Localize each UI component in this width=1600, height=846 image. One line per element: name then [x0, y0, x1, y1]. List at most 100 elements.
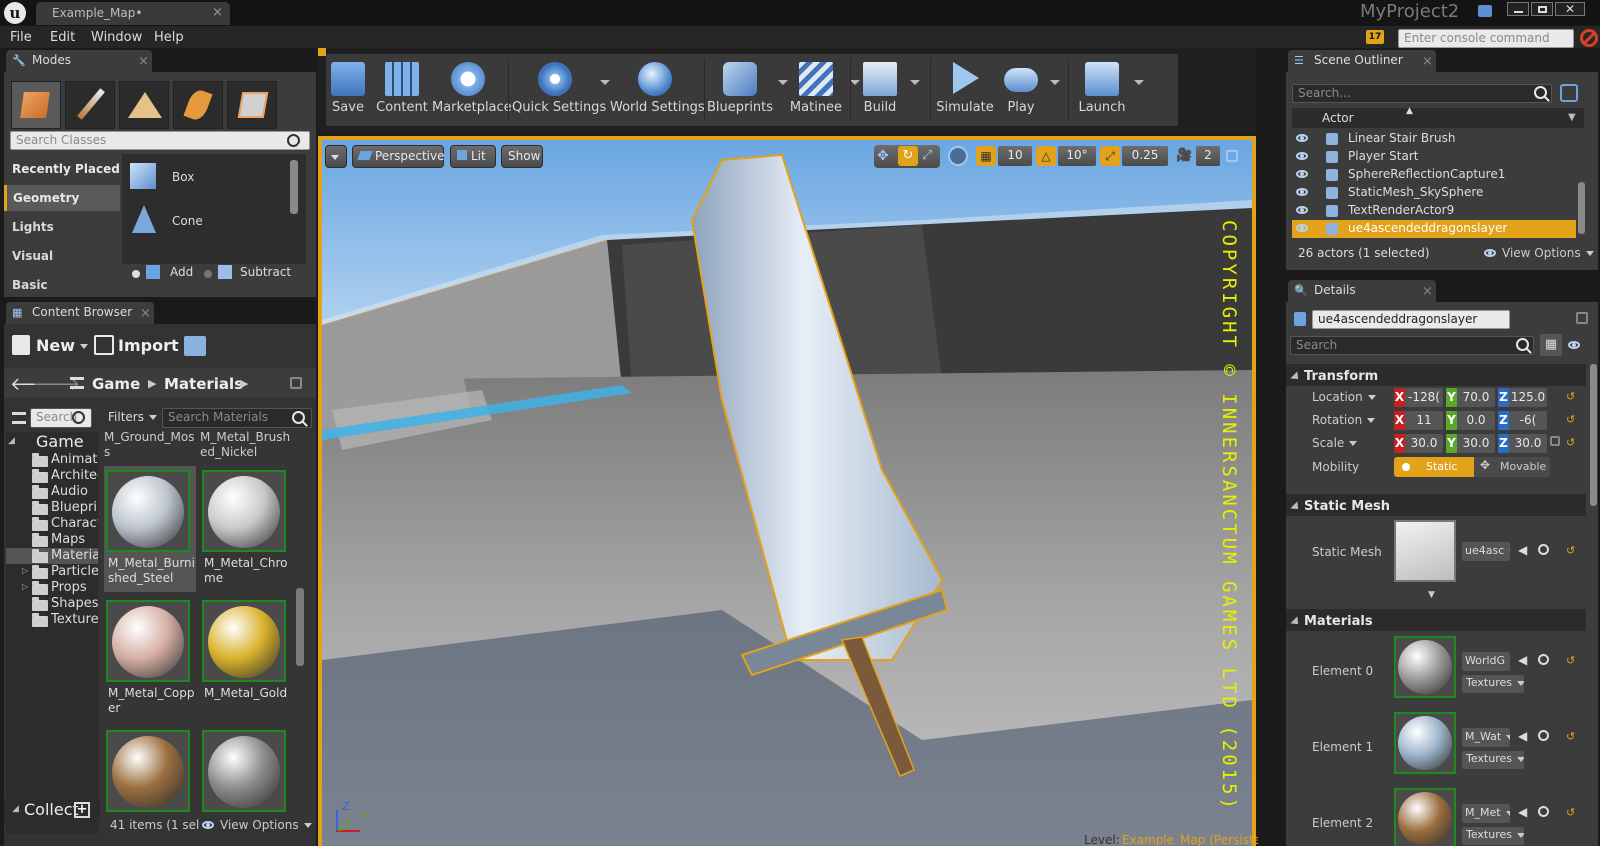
browse-icon[interactable]: [1538, 730, 1549, 741]
toolbar-matinee-button[interactable]: Matinee: [784, 56, 848, 122]
scrollbar[interactable]: [1578, 182, 1585, 234]
material-dropdown[interactable]: M_Met: [1462, 804, 1510, 823]
search-icon[interactable]: [292, 411, 305, 424]
textures-dropdown[interactable]: Textures: [1462, 751, 1524, 769]
placeable-cone[interactable]: Cone: [126, 202, 300, 238]
search-icon[interactable]: [1516, 338, 1529, 351]
asset-tile[interactable]: M_Metal_Burnished_Steel: [104, 466, 196, 592]
viewport-options-button[interactable]: [325, 145, 347, 168]
maximize-viewport-icon[interactable]: [1226, 150, 1238, 162]
path-segment-game[interactable]: Game: [92, 375, 140, 393]
tree-folder[interactable]: Texture: [6, 612, 98, 628]
rotation-snap-value[interactable]: 10°: [1058, 146, 1096, 166]
details-search-input[interactable]: Search: [1290, 336, 1534, 355]
lock-icon[interactable]: [290, 377, 302, 389]
tree-folder[interactable]: Audio: [6, 484, 98, 500]
document-tab[interactable]: Example_Map• ×: [36, 2, 230, 25]
browse-icon[interactable]: [1538, 654, 1549, 665]
mode-place[interactable]: [11, 81, 61, 129]
rotation-label[interactable]: Rotation: [1312, 413, 1375, 427]
materials-header[interactable]: Materials: [1286, 609, 1586, 631]
add-filter-icon[interactable]: [1560, 84, 1578, 102]
toolbar-save-button[interactable]: Save: [328, 56, 368, 122]
menu-help[interactable]: Help: [154, 30, 184, 45]
property-matrix-icon[interactable]: ▦: [1540, 334, 1562, 356]
asset-tile[interactable]: M_Metal_Gold: [200, 596, 292, 722]
scrollbar[interactable]: [290, 160, 298, 214]
menu-edit[interactable]: Edit: [50, 30, 75, 45]
asset-label-top[interactable]: M_Ground_Moss: [104, 430, 196, 460]
expand-icon[interactable]: ◢: [8, 436, 15, 446]
outliner-row[interactable]: Linear Stair Brush: [1292, 130, 1576, 148]
reset-icon[interactable]: ↺: [1566, 436, 1575, 449]
new-button[interactable]: New: [10, 333, 86, 359]
outliner-column-header[interactable]: Actor ▲ ▼: [1292, 106, 1584, 128]
transform-header[interactable]: Transform: [1286, 364, 1586, 386]
lock-scale-icon[interactable]: [1550, 436, 1560, 446]
search-icon[interactable]: [287, 134, 300, 147]
chevron-down-icon[interactable]: [1134, 80, 1144, 85]
grid-snap-icon[interactable]: ▦: [976, 146, 996, 166]
expand-icon[interactable]: ◢: [12, 804, 19, 814]
scale-z-field[interactable]: 30.0: [1509, 434, 1547, 453]
use-selected-arrow-icon[interactable]: ◀: [1518, 543, 1527, 557]
search-icon[interactable]: [72, 411, 85, 424]
path-separator-icon[interactable]: ▶: [240, 377, 248, 390]
material-dropdown[interactable]: WorldG: [1462, 652, 1510, 671]
add-collection-icon[interactable]: +: [74, 802, 90, 818]
static-mesh-header[interactable]: Static Mesh: [1286, 494, 1586, 516]
unreal-logo[interactable]: u: [4, 2, 26, 24]
close-icon[interactable]: ×: [212, 5, 223, 20]
material-dropdown[interactable]: M_Wat: [1462, 728, 1510, 747]
toolbar-quick-settings-button[interactable]: Quick Settings: [512, 56, 606, 122]
outliner-row[interactable]: StaticMesh_SkySphere: [1292, 184, 1576, 202]
expand-icon[interactable]: ▷: [22, 566, 28, 575]
static-mesh-thumbnail[interactable]: [1394, 520, 1456, 582]
asset-tile[interactable]: M_Metal_Copper: [104, 596, 196, 722]
search-materials-input[interactable]: Search Materials: [162, 408, 312, 428]
placeable-box[interactable]: Box: [126, 158, 300, 194]
radio-subtract[interactable]: [204, 270, 212, 278]
material-thumbnail[interactable]: [1394, 788, 1456, 846]
category-recently-placed[interactable]: Recently Placed: [4, 156, 120, 182]
toolbar-content-button[interactable]: Content: [376, 56, 428, 122]
material-thumbnail[interactable]: [1394, 636, 1456, 698]
grid-size-value[interactable]: 10: [998, 146, 1032, 166]
minimize-button[interactable]: [1507, 2, 1529, 16]
feedback-icon[interactable]: [1478, 5, 1492, 17]
outliner-row[interactable]: TextRenderActor9: [1292, 202, 1576, 220]
maximize-button[interactable]: [1531, 2, 1553, 16]
mode-landscape[interactable]: [119, 81, 169, 129]
rotation-z-field[interactable]: -6(: [1509, 411, 1547, 430]
use-selected-arrow-icon[interactable]: ◀: [1518, 729, 1527, 743]
save-all-icon[interactable]: [184, 336, 206, 356]
tree-folder[interactable]: Animati: [6, 452, 98, 468]
expand-icon[interactable]: ▷: [22, 582, 28, 591]
category-geometry[interactable]: Geometry: [4, 185, 120, 211]
scale-x-field[interactable]: 30.0: [1405, 434, 1443, 453]
close-window-button[interactable]: ✕: [1555, 2, 1585, 16]
camera-speed-value[interactable]: 2: [1196, 146, 1220, 166]
visibility-eye-icon[interactable]: [1296, 170, 1308, 178]
modes-tab[interactable]: 🔧 Modes ×: [6, 50, 152, 72]
scale-snap-value[interactable]: 0.25: [1122, 146, 1168, 166]
chevron-down-icon[interactable]: [600, 80, 610, 85]
toolbar-blueprints-button[interactable]: Blueprints: [704, 56, 776, 122]
scale-icon[interactable]: ⤢: [922, 148, 932, 163]
close-icon[interactable]: ×: [1422, 284, 1433, 299]
tree-folder[interactable]: Charact: [6, 516, 98, 532]
tree-folder[interactable]: Shapes: [6, 596, 98, 612]
expand-more-icon[interactable]: ▼: [1428, 590, 1435, 600]
view-options-button[interactable]: View Options: [200, 818, 310, 836]
scale-snap-icon[interactable]: ⤢: [1100, 146, 1120, 166]
outliner-row[interactable]: Player Start: [1292, 148, 1576, 166]
tree-folder[interactable]: Architec: [6, 468, 98, 484]
rotate-icon[interactable]: ↻: [898, 146, 918, 166]
mode-foliage[interactable]: [173, 81, 223, 129]
tree-folder[interactable]: ▷ Particle: [6, 564, 98, 580]
rotation-y-field[interactable]: 0.0: [1457, 411, 1495, 430]
textures-dropdown[interactable]: Textures: [1462, 675, 1524, 693]
toolbar-simulate-button[interactable]: Simulate: [934, 56, 996, 122]
use-selected-arrow-icon[interactable]: ◀: [1518, 653, 1527, 667]
camera-speed-icon[interactable]: 🎥: [1176, 148, 1192, 163]
